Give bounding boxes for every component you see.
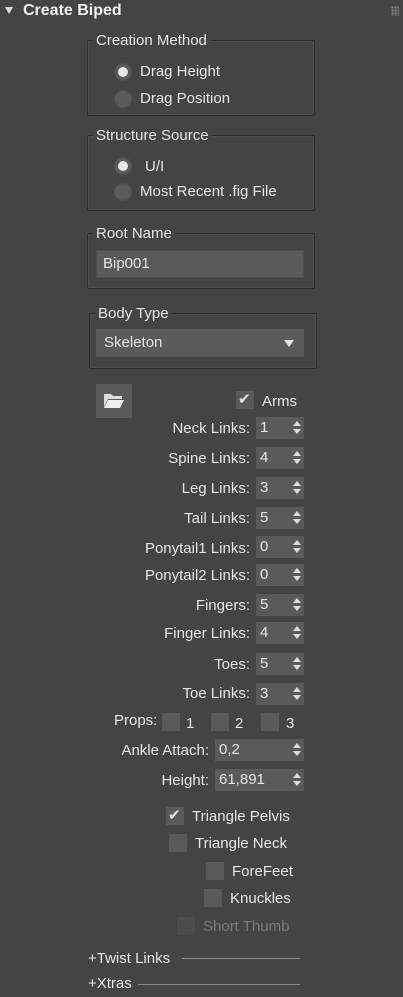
spinner-arrows-icon[interactable] — [293, 481, 301, 495]
spinner-arrows-icon[interactable] — [293, 687, 301, 701]
ponytail1-links-value: 0 — [260, 538, 269, 555]
drag-grip-icon[interactable] — [391, 6, 399, 16]
leg-links-label: Leg Links: — [181, 480, 250, 497]
body-type-dropdown[interactable]: Skeleton — [96, 329, 304, 357]
spinner-arrows-icon[interactable] — [293, 451, 301, 465]
forefeet-checkbox[interactable] — [206, 862, 224, 880]
triangle-pelvis-checkbox[interactable] — [166, 806, 184, 825]
triangle-pelvis-label[interactable]: Triangle Pelvis — [192, 808, 290, 826]
props-label: Props: — [114, 712, 158, 729]
prop-2-checkbox[interactable] — [211, 713, 229, 731]
creation-method-title: Creation Method — [93, 32, 210, 50]
spinner-arrows-icon[interactable] — [293, 626, 301, 640]
arms-label[interactable]: Arms — [262, 393, 297, 411]
height-value: 61,891 — [219, 771, 265, 788]
ankle-attach-value: 0,2 — [219, 741, 240, 758]
toe-links-spinner[interactable]: 3 — [256, 683, 304, 705]
tail-links-spinner[interactable]: 5 — [256, 507, 304, 529]
spine-links-value: 4 — [260, 449, 269, 466]
body-type-title: Body Type — [95, 305, 172, 323]
toes-label: Toes: — [214, 656, 250, 673]
xtras-section-toggle[interactable]: +Xtras — [88, 975, 132, 993]
height-spinner[interactable]: 61,891 — [215, 769, 304, 791]
finger-links-label: Finger Links: — [164, 625, 250, 642]
structure-source-title: Structure Source — [93, 127, 212, 145]
section-divider — [138, 984, 300, 985]
toe-links-label: Toe Links: — [182, 685, 250, 702]
radio-ui[interactable] — [114, 157, 132, 175]
radio-most-recent-fig-label[interactable]: Most Recent .fig File — [140, 183, 277, 201]
folder-open-icon — [104, 394, 124, 408]
spinner-arrows-icon[interactable] — [293, 568, 301, 582]
neck-links-spinner[interactable]: 1 — [256, 417, 304, 439]
section-divider — [182, 958, 300, 959]
short-thumb-checkbox — [177, 917, 195, 935]
collapse-triangle-icon[interactable] — [5, 7, 13, 14]
body-type-value: Skeleton — [104, 334, 163, 351]
knuckles-checkbox[interactable] — [204, 889, 222, 907]
ankle-attach-label: Ankle Attach: — [121, 742, 209, 759]
spine-links-spinner[interactable]: 4 — [256, 447, 304, 469]
ponytail2-links-spinner[interactable]: 0 — [256, 564, 304, 586]
radio-most-recent-fig[interactable] — [114, 183, 132, 201]
ponytail2-links-value: 0 — [260, 566, 269, 583]
spinner-arrows-icon[interactable] — [293, 540, 301, 554]
spinner-arrows-icon[interactable] — [293, 511, 301, 525]
arms-checkbox[interactable] — [236, 390, 254, 409]
toe-links-value: 3 — [260, 685, 269, 702]
fingers-spinner[interactable]: 5 — [256, 594, 304, 616]
ankle-attach-spinner[interactable]: 0,2 — [215, 739, 304, 761]
spinner-arrows-icon[interactable] — [293, 773, 301, 787]
rollout-title: Create Biped — [23, 2, 122, 19]
prop-3-checkbox[interactable] — [261, 713, 279, 731]
ponytail1-links-spinner[interactable]: 0 — [256, 536, 304, 558]
triangle-neck-checkbox[interactable] — [169, 834, 187, 852]
finger-links-value: 4 — [260, 624, 269, 641]
spine-links-label: Spine Links: — [168, 450, 250, 467]
neck-links-label: Neck Links: — [172, 420, 250, 437]
root-name-input[interactable]: Bip001 — [96, 250, 304, 278]
radio-drag-position-label[interactable]: Drag Position — [140, 90, 230, 108]
triangle-neck-label[interactable]: Triangle Neck — [195, 835, 287, 853]
knuckles-label[interactable]: Knuckles — [230, 890, 291, 908]
twist-links-section-toggle[interactable]: +Twist Links — [88, 950, 170, 968]
tail-links-label: Tail Links: — [184, 510, 250, 527]
leg-links-value: 3 — [260, 479, 269, 496]
prop-3-label[interactable]: 3 — [286, 715, 294, 733]
rollout-header-create-biped[interactable]: Create Biped — [0, 0, 403, 24]
height-label: Height: — [161, 772, 209, 789]
radio-drag-height-label[interactable]: Drag Height — [140, 63, 220, 81]
short-thumb-label: Short Thumb — [203, 918, 290, 935]
toes-spinner[interactable]: 5 — [256, 653, 304, 675]
spinner-arrows-icon[interactable] — [293, 598, 301, 612]
leg-links-spinner[interactable]: 3 — [256, 477, 304, 499]
radio-drag-height[interactable] — [114, 63, 132, 81]
prop-2-label[interactable]: 2 — [235, 715, 243, 733]
prop-1-label[interactable]: 1 — [186, 715, 194, 733]
radio-drag-position[interactable] — [114, 90, 132, 108]
ponytail2-links-label: Ponytail2 Links: — [144, 567, 250, 584]
spinner-arrows-icon[interactable] — [293, 421, 301, 435]
chevron-down-icon — [284, 340, 294, 347]
radio-ui-label[interactable]: U/I — [145, 158, 164, 176]
prop-1-checkbox[interactable] — [162, 713, 180, 731]
finger-links-spinner[interactable]: 4 — [256, 622, 304, 644]
spinner-arrows-icon[interactable] — [293, 657, 301, 671]
tail-links-value: 5 — [260, 509, 269, 526]
forefeet-label[interactable]: ForeFeet — [232, 863, 293, 881]
ponytail1-links-label: Ponytail1 Links: — [144, 540, 250, 557]
fingers-label: Fingers: — [195, 597, 250, 614]
spinner-arrows-icon[interactable] — [293, 743, 301, 757]
root-name-title: Root Name — [93, 225, 175, 243]
fingers-value: 5 — [260, 596, 269, 613]
toes-value: 5 — [260, 655, 269, 672]
load-fig-folder-button[interactable] — [96, 384, 132, 418]
neck-links-value: 1 — [260, 419, 269, 436]
